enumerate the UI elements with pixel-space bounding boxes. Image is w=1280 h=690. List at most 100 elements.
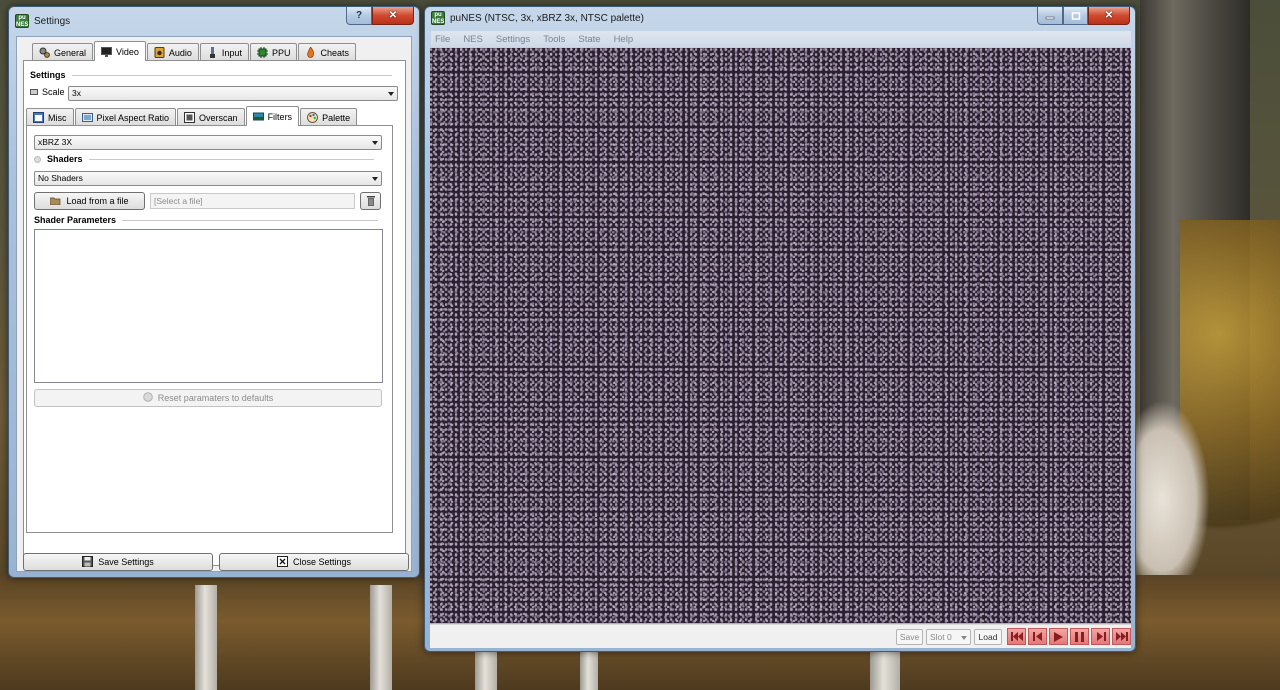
desktop-wallpaper-detail (1130, 400, 1210, 600)
tab-cheats[interactable]: Cheats (298, 43, 356, 61)
subtab-pixel-aspect-ratio[interactable]: Pixel Aspect Ratio (74, 108, 177, 126)
load-from-file-button[interactable]: Load from a file (34, 192, 145, 210)
overscan-icon (184, 112, 196, 123)
subtab-label: Pixel Aspect Ratio (96, 112, 170, 123)
tab-label: Audio (168, 47, 192, 58)
floppy-disk-icon (82, 555, 94, 569)
minimize-icon (1045, 16, 1055, 19)
subtab-misc[interactable]: Misc (26, 108, 74, 126)
menu-tools[interactable]: Tools (543, 34, 565, 45)
subtab-label: Overscan (199, 112, 238, 123)
load-state-button[interactable]: Load (974, 629, 1002, 645)
tab-video[interactable]: Video (94, 41, 146, 61)
punes-app-icon: pu NES (431, 11, 445, 25)
button-label: Close Settings (292, 557, 352, 567)
aspect-ratio-icon (81, 112, 93, 123)
punes-menubar: File NES Settings Tools State Help (431, 31, 1131, 47)
tab-ppu[interactable]: PPU (249, 43, 298, 61)
video-sub-tabbar: Misc Pixel Aspect Ratio Overscan Filters… (26, 106, 358, 126)
tab-general[interactable]: General (32, 43, 94, 61)
save-state-button[interactable]: Save (896, 629, 923, 645)
palette-icon (307, 112, 319, 123)
subtab-label: Filters (267, 111, 293, 122)
menu-state[interactable]: State (578, 34, 600, 45)
close-window-button[interactable]: ✕ (1088, 7, 1130, 25)
settings-top-tabbar: General Video Audio Input PPU Cheats (32, 41, 357, 61)
scale-value: 3x (72, 88, 81, 98)
settings-window: pu NES Settings ? ✕ General Video Audio … (8, 6, 420, 578)
button-label: Save Settings (98, 557, 154, 567)
slot-combobox[interactable]: Slot 0 (926, 629, 971, 645)
joystick-icon (207, 47, 218, 58)
menu-help[interactable]: Help (614, 34, 634, 45)
chevron-down-icon (961, 636, 967, 640)
chip-icon (256, 47, 268, 58)
close-window-button[interactable]: ✕ (372, 7, 414, 25)
menu-nes[interactable]: NES (463, 34, 483, 45)
scale-combobox[interactable]: 3x (68, 86, 398, 101)
tab-audio[interactable]: Audio (146, 43, 199, 61)
subtab-palette[interactable]: Palette (300, 108, 358, 126)
tab-label: Video (116, 46, 139, 57)
tab-label: General (54, 47, 87, 58)
filter-value: xBRZ 3X (38, 137, 73, 147)
monitor-icon (101, 46, 113, 57)
button-label: Reset paramaters to defaults (157, 393, 274, 403)
chevron-down-icon (388, 92, 394, 96)
filter-icon (252, 111, 264, 122)
tab-label: PPU (271, 47, 291, 58)
tab-input[interactable]: Input (199, 43, 249, 61)
shader-file-field[interactable]: [Select a file] (150, 193, 355, 209)
speaker-icon (154, 47, 165, 58)
settings-titlebar[interactable]: pu NES Settings ? ✕ (9, 7, 419, 35)
reset-parameters-button[interactable]: Reset paramaters to defaults (34, 389, 382, 407)
punes-titlebar[interactable]: pu NES puNES (NTSC, 3x, xBRZ 3x, NTSC pal… (425, 7, 1135, 29)
save-settings-button[interactable]: Save Settings (23, 553, 213, 571)
help-button[interactable]: ? (346, 7, 372, 25)
subtab-overscan[interactable]: Overscan (177, 108, 245, 126)
punes-window: pu NES puNES (NTSC, 3x, xBRZ 3x, NTSC pal… (424, 6, 1136, 652)
settings-title: Settings (34, 15, 71, 27)
pause-icon[interactable] (1070, 628, 1089, 645)
shader-parameters-list[interactable] (34, 229, 383, 383)
step-back-icon[interactable] (1028, 628, 1047, 645)
subtab-filters[interactable]: Filters (245, 106, 300, 126)
window-icon (33, 112, 44, 123)
group-label: Shader Parameters (34, 215, 117, 225)
chevron-down-icon (372, 177, 378, 181)
play-icon[interactable] (1049, 628, 1068, 645)
menu-settings[interactable]: Settings (496, 34, 530, 45)
group-divider (71, 74, 392, 76)
desktop-wallpaper-stem (195, 585, 217, 690)
punes-app-icon: pu NES (15, 14, 29, 28)
clear-file-button[interactable] (360, 192, 381, 210)
punes-statusbar: Save Slot 0 Load (430, 624, 1131, 648)
desktop-wallpaper-stem (370, 585, 392, 690)
group-label: Shaders (47, 154, 83, 164)
menu-file[interactable]: File (435, 34, 450, 45)
slot-value: Slot 0 (930, 632, 952, 642)
group-label: Settings (30, 70, 66, 80)
video-tab-panel: Settings Scale 3x Misc Pixel Aspect Rati… (23, 60, 406, 566)
filter-combobox[interactable]: xBRZ 3X (34, 135, 382, 150)
close-box-icon (276, 555, 288, 569)
scale-icon (30, 89, 38, 95)
chevron-down-icon (372, 141, 378, 145)
rewind-start-icon[interactable] (1007, 628, 1026, 645)
emulator-screen[interactable] (430, 48, 1131, 623)
maximize-icon (1071, 11, 1080, 20)
minimize-button[interactable] (1037, 7, 1063, 25)
group-divider (122, 219, 379, 221)
close-settings-button[interactable]: Close Settings (219, 553, 409, 571)
reset-icon (142, 392, 153, 404)
open-file-icon (50, 196, 61, 207)
settings-group-title: Settings (30, 70, 392, 80)
transport-controls (1007, 628, 1131, 645)
group-divider (88, 158, 374, 160)
fast-forward-icon[interactable] (1112, 628, 1131, 645)
maximize-button[interactable] (1063, 7, 1088, 25)
tab-label: Cheats (320, 47, 349, 58)
button-label: Load from a file (66, 196, 129, 206)
shader-combobox[interactable]: No Shaders (34, 171, 382, 186)
step-forward-icon[interactable] (1091, 628, 1110, 645)
